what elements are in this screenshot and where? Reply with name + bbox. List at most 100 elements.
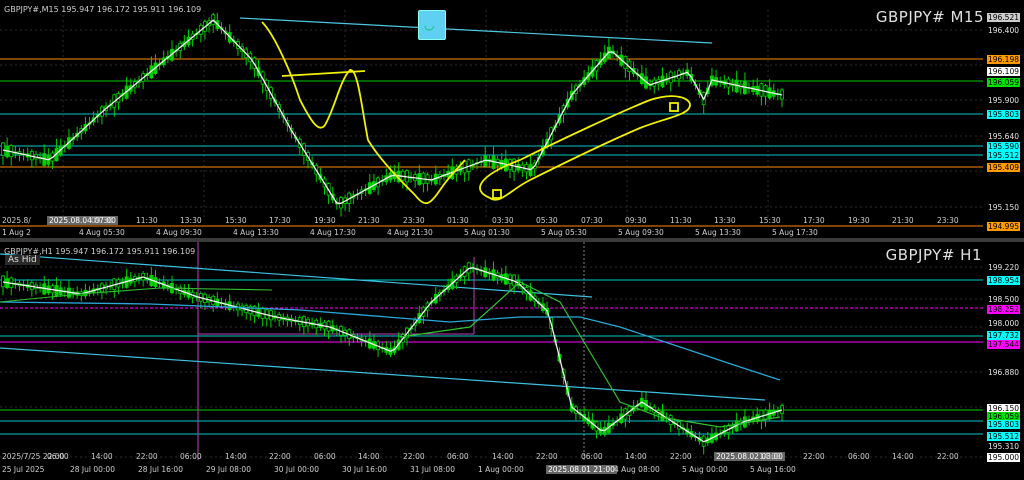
m15-chart-pane[interactable]: GBPJPY#,M15 195.947 196.172 195.911 196.…: [0, 0, 1024, 238]
m15-time_labels-label: 23:30: [403, 216, 425, 225]
h1-date_labels-label: 31 Jul 08:00: [410, 465, 455, 474]
h1-time_labels-label: 14:00: [225, 452, 247, 461]
h1-date_labels-label: 25 Jul 2025: [2, 465, 45, 474]
h1-time_labels-label: 06:00: [447, 452, 469, 461]
h1-date_labels-label: 4 Aug 08:00: [614, 465, 660, 474]
h1-moving-average-slow: [0, 301, 781, 381]
h1-grid: [0, 266, 983, 458]
m15-price-label: 195.590: [987, 142, 1020, 151]
m15-time_labels-label: 17:30: [803, 216, 825, 225]
candle-body: [1, 142, 5, 156]
m15-levels: [0, 58, 983, 227]
h1-chart-pane[interactable]: GBPJPY#,H1 195.947 196.172 195.911 196.1…: [0, 242, 1024, 480]
h1-time_labels-label: 14:00: [492, 452, 514, 461]
h1-price-tick: 195.310: [987, 442, 1020, 451]
m15-date_labels-label: 5 Aug 09:30: [618, 228, 664, 237]
h1-green-segment: [0, 287, 273, 303]
h1-time_labels-label: 22:00: [803, 452, 825, 461]
h1-date_labels-label: 30 Jul 00:00: [274, 465, 319, 474]
h1-time_labels-label: 06:00: [848, 452, 870, 461]
h1-time_labels-label: 22:00: [403, 452, 425, 461]
h1-time_labels-label: 06:00: [581, 452, 603, 461]
m15-date_labels-label: 5 Aug 05:30: [541, 228, 587, 237]
m15-chart-title: GBPJPY# M15: [875, 8, 984, 26]
m15-price-tick: 196.521: [987, 13, 1020, 22]
h1-price-tick: 198.000: [987, 319, 1020, 328]
h1-chart-title: GBPJPY# H1: [885, 246, 982, 264]
h1-time_labels-label: 14:00: [625, 452, 647, 461]
h1-price-tick: 195.000: [987, 453, 1020, 462]
m15-time_labels-label: 23:30: [937, 216, 959, 225]
m15-price-label: 195.512: [987, 151, 1020, 160]
h1-time_labels-label: 22:00: [937, 452, 959, 461]
h1-date_labels-label: 28 Jul 16:00: [138, 465, 183, 474]
m15-date_labels-label: 4 Aug 21:30: [387, 228, 433, 237]
m15-time_labels-label: 11:30: [670, 216, 692, 225]
h1-time_labels-label: 14:00: [759, 452, 781, 461]
m15-time_labels-label: 05:30: [536, 216, 558, 225]
m15-moving-average: [2, 19, 783, 204]
m15-time_labels-label: 15:30: [225, 216, 247, 225]
m15-time_labels-label: 13:30: [714, 216, 736, 225]
m15-date_labels-label: 1 Aug 2: [2, 228, 31, 237]
candle-body: [1, 275, 5, 288]
h1-price-tick: 196.880: [987, 368, 1020, 377]
h1-time_labels-label: 06:00: [47, 452, 69, 461]
m15-chart-canvas[interactable]: [0, 0, 1024, 238]
m15-time_labels-label: 15:30: [759, 216, 781, 225]
m15-time_labels-label: 2025.8/: [2, 216, 31, 225]
h1-date_labels-label: 5 Aug 16:00: [750, 465, 796, 474]
h1-price-tick: 199.220: [987, 263, 1020, 272]
m15-time_labels-label: 19:30: [848, 216, 870, 225]
m15-price-label: 196.198: [987, 55, 1020, 64]
h1-date_labels-label: 30 Jul 16:00: [342, 465, 387, 474]
m15-time_labels-label: 07:30: [581, 216, 603, 225]
h1-price-label: 197.732: [987, 331, 1020, 340]
m15-ohlc-header: GBPJPY#,M15 195.947 196.172 195.911 196.…: [4, 5, 202, 14]
m15-price-tick: 195.150: [987, 203, 1020, 212]
m15-time_labels-label: 21:30: [358, 216, 380, 225]
h1-time_labels-label: 14:00: [358, 452, 380, 461]
h1-date_labels-label: 1 Aug 00:00: [478, 465, 524, 474]
m15-date_labels-label: 5 Aug 01:30: [464, 228, 510, 237]
h1-price-label: 195.512: [987, 432, 1020, 441]
h1-candles: [1, 260, 784, 455]
m15-time_labels-label: 13:30: [180, 216, 202, 225]
h1-moving-average-fast: [2, 267, 783, 443]
m15-date_labels-label: 5 Aug 13:30: [695, 228, 741, 237]
h1-price-label: 198.252: [987, 305, 1020, 314]
smile-icon[interactable]: ◡: [418, 10, 446, 40]
m15-date_labels-label: 5 Aug 17:30: [772, 228, 818, 237]
h1-time_labels-label: 22:00: [536, 452, 558, 461]
h1-chart-canvas[interactable]: [0, 242, 1024, 480]
m15-time_labels-label: 03:30: [492, 216, 514, 225]
m15-time_labels-label: 19:30: [314, 216, 336, 225]
m15-date_labels-label: 4 Aug 05:30: [79, 228, 125, 237]
m15-yellow-annotations: [261, 21, 691, 204]
m15-price-tick: 196.400: [987, 26, 1020, 35]
h1-price-label: 198.954: [987, 276, 1020, 285]
m15-candles: [1, 12, 784, 217]
h1-time_labels-label: 14:00: [892, 452, 914, 461]
h1-time_labels-label: 22:00: [269, 452, 291, 461]
h1-price-label: 195.803: [987, 420, 1020, 429]
m15-price-label: 195.409: [987, 163, 1020, 172]
h1-date_labels-label: 2025.08.01 21:00: [546, 465, 617, 474]
h1-time_labels-label: 14:00: [91, 452, 113, 461]
m15-date_labels-label: 4 Aug 17:30: [310, 228, 356, 237]
h1-price-tick: 198.500: [987, 295, 1020, 304]
h1-time_labels-label: 22:00: [670, 452, 692, 461]
m15-price-label: 196.109: [987, 67, 1020, 76]
m15-time_labels-label: 01:30: [447, 216, 469, 225]
m15-price-tick: 195.640: [987, 132, 1020, 141]
hidden-tag: As Hid: [5, 255, 40, 265]
h1-date_labels-label: 5 Aug 00:00: [682, 465, 728, 474]
h1-moving-average-green: [399, 281, 781, 428]
m15-time_labels-label: 09:30: [625, 216, 647, 225]
m15-price-tick: 194.995: [987, 222, 1020, 231]
m15-time_labels-label: 21:30: [892, 216, 914, 225]
m15-time_labels-label: 09:30: [91, 216, 113, 225]
h1-time_labels-label: 06:00: [314, 452, 336, 461]
h1-time_labels-label: 22:00: [136, 452, 158, 461]
m15-price-label: 195.803: [987, 110, 1020, 119]
